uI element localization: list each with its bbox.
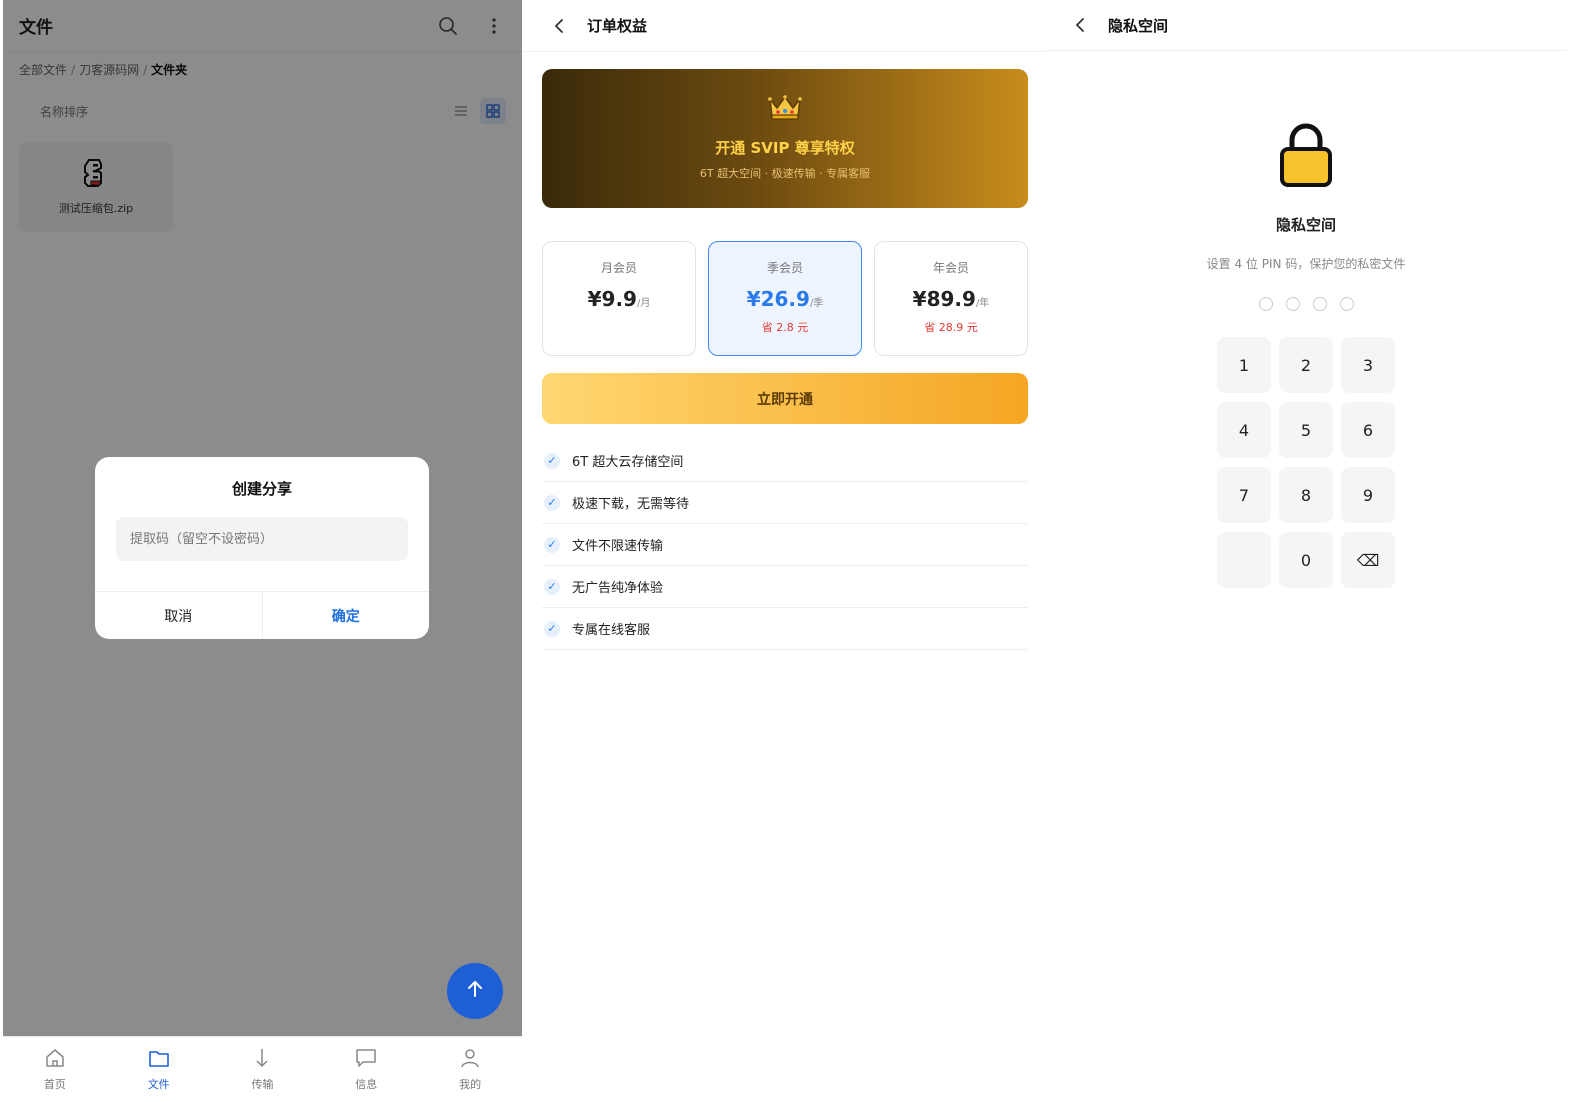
tab-home[interactable]: 首页	[3, 1037, 107, 1102]
pin-dot	[1258, 297, 1273, 311]
files-panel: 文件 全部文件 / 刀客源码网 / 文件夹 名称排序 测试压缩包.zip 首页 …	[3, 0, 522, 1102]
pin-indicator	[1046, 297, 1566, 311]
subscribe-button[interactable]: 立即开通	[542, 373, 1028, 424]
tab-transfer[interactable]: 传输	[211, 1037, 315, 1102]
benefit-item: ✓ 6T 超大云存储空间	[542, 440, 1028, 482]
key-7[interactable]: 7	[1217, 467, 1271, 523]
back-icon[interactable]	[547, 14, 571, 38]
benefit-item: ✓ 文件不限速传输	[542, 524, 1028, 566]
check-icon: ✓	[544, 452, 560, 469]
key-3[interactable]: 3	[1341, 337, 1395, 393]
order-header: 订单权益	[524, 0, 1046, 52]
svip-banner: 开通 SVIP 尊享特权 6T 超大空间 · 极速传输 · 专属客服	[542, 69, 1028, 208]
share-dialog: 创建分享 取消 确定	[95, 457, 429, 639]
backspace-icon[interactable]: ⌫	[1341, 532, 1395, 588]
plan-yearly[interactable]: 年会员 ¥89.9/年 省 28.9 元	[874, 241, 1028, 356]
banner-title: 开通 SVIP 尊享特权	[715, 139, 855, 157]
tab-label: 信息	[355, 1078, 378, 1091]
key-8[interactable]: 8	[1279, 467, 1333, 523]
check-icon: ✓	[544, 494, 560, 511]
private-header: 隐私空间	[1046, 0, 1566, 51]
dialog-actions: 取消 确定	[95, 591, 429, 639]
tab-files[interactable]: 文件	[107, 1037, 211, 1102]
plan-list: 月会员 ¥9.9/月 季会员 ¥26.9/季 省 2.8 元 年会员 ¥89.9…	[542, 241, 1028, 356]
user-icon	[459, 1047, 481, 1072]
banner-subtitle: 6T 超大空间 · 极速传输 · 专属客服	[699, 167, 871, 180]
plan-saving: 省 28.9 元	[924, 321, 978, 334]
private-subtitle: 设置 4 位 PIN 码，保护您的私密文件	[1206, 257, 1406, 271]
tab-messages[interactable]: 信息	[314, 1037, 418, 1102]
pin-dot	[1285, 297, 1300, 311]
key-1[interactable]: 1	[1217, 337, 1271, 393]
private-heading: 隐私空间	[1275, 216, 1336, 234]
check-icon: ✓	[544, 578, 560, 595]
plan-monthly[interactable]: 月会员 ¥9.9/月	[542, 241, 696, 356]
benefit-item: ✓ 极速下载，无需等待	[542, 482, 1028, 524]
page-title: 隐私空间	[1108, 16, 1169, 35]
download-icon	[251, 1047, 273, 1072]
private-space-panel: 隐私空间 隐私空间 设置 4 位 PIN 码，保护您的私密文件 1 2 3 4 …	[1046, 0, 1566, 1102]
message-icon	[355, 1047, 377, 1072]
bottom-tab-bar: 首页 文件 传输 信息 我的	[3, 1036, 522, 1102]
confirm-button[interactable]: 确定	[261, 592, 430, 639]
key-9[interactable]: 9	[1341, 467, 1395, 523]
page-title: 订单权益	[587, 17, 648, 35]
plan-price: ¥89.9/年	[912, 287, 990, 311]
lock-area	[1046, 122, 1566, 192]
order-panel: 订单权益 开通 SVIP 尊享特权 6T 超大空间 · 极速传输 · 专属客服 …	[524, 0, 1046, 1102]
key-6[interactable]: 6	[1341, 402, 1395, 458]
key-empty	[1217, 532, 1271, 588]
back-icon[interactable]	[1068, 13, 1092, 37]
plan-price: ¥26.9/季	[746, 287, 824, 311]
tab-label: 首页	[43, 1078, 66, 1091]
home-icon	[44, 1047, 66, 1072]
plan-name: 月会员	[600, 261, 637, 275]
benefit-list: ✓ 6T 超大云存储空间 ✓ 极速下载，无需等待 ✓ 文件不限速传输 ✓ 无广告纯净体验…	[542, 440, 1028, 650]
tab-label: 我的	[459, 1078, 482, 1091]
crown-icon	[768, 95, 802, 125]
key-0[interactable]: 0	[1279, 532, 1333, 588]
plan-quarterly[interactable]: 季会员 ¥26.9/季 省 2.8 元	[708, 241, 862, 356]
benefit-item: ✓ 专属在线客服	[542, 608, 1028, 650]
extract-code-input[interactable]	[116, 517, 408, 561]
tab-mine[interactable]: 我的	[418, 1037, 522, 1102]
plan-name: 季会员	[766, 261, 803, 275]
pin-keypad: 1 2 3 4 5 6 7 8 9 0 ⌫	[1217, 337, 1395, 588]
plan-price: ¥9.9/月	[587, 287, 651, 311]
upload-button[interactable]	[447, 963, 503, 1019]
tab-label: 文件	[147, 1078, 170, 1091]
key-2[interactable]: 2	[1279, 337, 1333, 393]
folder-icon	[148, 1047, 170, 1072]
tab-label: 传输	[251, 1078, 274, 1091]
plan-saving: 省 2.8 元	[761, 321, 809, 334]
pin-dot	[1312, 297, 1327, 311]
check-icon: ✓	[544, 620, 560, 637]
key-4[interactable]: 4	[1217, 402, 1271, 458]
arrow-up-icon	[465, 979, 485, 1003]
plan-name: 年会员	[932, 261, 969, 275]
pin-dot	[1339, 297, 1354, 311]
check-icon: ✓	[544, 536, 560, 553]
lock-icon	[1279, 122, 1333, 192]
key-5[interactable]: 5	[1279, 402, 1333, 458]
benefit-item: ✓ 无广告纯净体验	[542, 566, 1028, 608]
dialog-title: 创建分享	[231, 480, 292, 498]
cancel-button[interactable]: 取消	[95, 592, 262, 639]
